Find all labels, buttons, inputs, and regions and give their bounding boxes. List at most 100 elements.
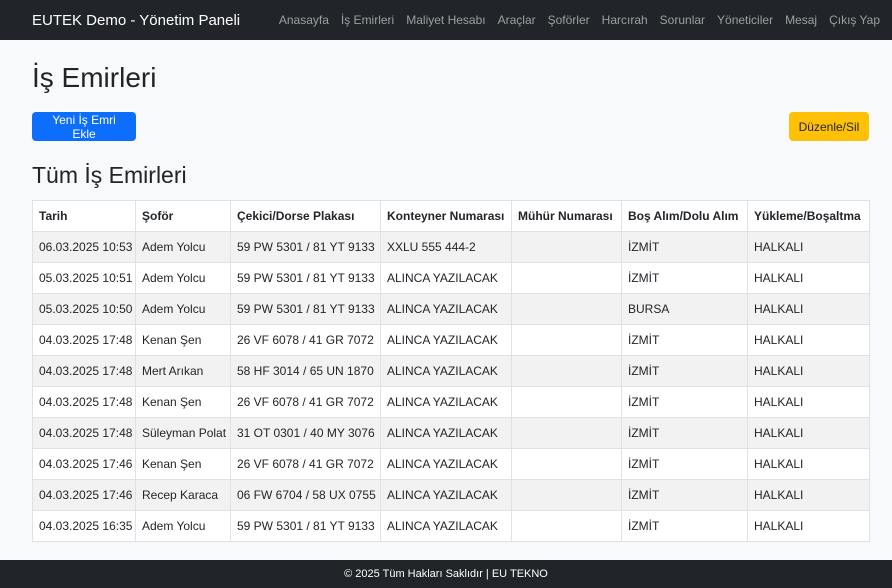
nav-link-harcirah[interactable]: Harcırah <box>602 13 648 27</box>
column-header: Boş Alım/Dolu Alım <box>621 200 748 232</box>
table-cell <box>511 324 622 356</box>
table-cell: Kenan Şen <box>135 324 231 356</box>
table-cell: İZMİT <box>621 231 748 263</box>
column-header: Mühür Numarası <box>511 200 622 232</box>
table-cell: Adem Yolcu <box>135 293 231 325</box>
column-header: Çekici/Dorse Plakası <box>230 200 381 232</box>
table-row[interactable]: 05.03.2025 10:51 Adem Yolcu 59 PW 5301 / 8… <box>32 262 870 294</box>
nav-link-mesaj[interactable]: Mesaj <box>785 13 817 27</box>
table-cell: HALKALI <box>747 479 870 511</box>
table-cell <box>511 417 622 449</box>
nav-link-cikis-yap[interactable]: Çıkış Yap <box>829 13 880 27</box>
nav-link-soforler[interactable]: Şoförler <box>548 13 590 27</box>
table-row[interactable]: 04.03.2025 16:35 Adem Yolcu 59 PW 5301 / 8… <box>32 510 870 542</box>
table-row[interactable]: 04.03.2025 17:48 Süleyman Polat 31 OT 0301… <box>32 417 870 449</box>
section-title: Tüm İş Emirleri <box>32 162 187 188</box>
table-row[interactable]: 04.03.2025 17:48 Kenan Şen 26 VF 6078 / 41… <box>32 386 870 418</box>
table-cell: 04.03.2025 17:48 <box>32 417 136 449</box>
table-cell: Kenan Şen <box>135 448 231 480</box>
table-cell: 04.03.2025 17:48 <box>32 324 136 356</box>
table-cell <box>511 386 622 418</box>
table-cell: HALKALI <box>747 417 870 449</box>
nav-links: Anasayfa İş Emirleri Maliyet Hesabı Araç… <box>279 13 880 27</box>
nav-link-yoneticiler[interactable]: Yöneticiler <box>717 13 773 27</box>
footer-text: © 2025 Tüm Hakları Saklıdır | EU TEKNO <box>344 568 548 580</box>
table-header: Tarih Şoför Çekici/Dorse Plakası Konteyner … <box>32 200 870 232</box>
table-cell: 59 PW 5301 / 81 YT 9133 <box>230 510 381 542</box>
table-cell: 26 VF 6078 / 41 GR 7072 <box>230 448 381 480</box>
table-cell: Süleyman Polat <box>135 417 231 449</box>
table-cell: ALINCA YAZILACAK <box>380 293 512 325</box>
table-row[interactable]: 04.03.2025 17:46 Kenan Şen 26 VF 6078 / 41… <box>32 448 870 480</box>
column-header: Konteyner Numarası <box>380 200 512 232</box>
table-cell: HALKALI <box>747 293 870 325</box>
work-orders-table-container: Tarih Şoför Çekici/Dorse Plakası Konteyner … <box>32 200 870 542</box>
table-cell: ALINCA YAZILACAK <box>380 510 512 542</box>
table-cell: HALKALI <box>747 510 870 542</box>
top-navbar: EUTEK Demo - Yönetim Paneli Anasayfa İş … <box>0 0 892 40</box>
table-cell: HALKALI <box>747 448 870 480</box>
table-cell: 05.03.2025 10:50 <box>32 293 136 325</box>
table-row[interactable]: 04.03.2025 17:48 Mert Arıkan 58 HF 3014 / … <box>32 355 870 387</box>
table-cell: İZMİT <box>621 479 748 511</box>
table-cell: İZMİT <box>621 262 748 294</box>
nav-link-sorunlar[interactable]: Sorunlar <box>660 13 705 27</box>
column-header: Yükleme/Boşaltma <box>747 200 870 232</box>
nav-link-anasayfa[interactable]: Anasayfa <box>279 13 329 27</box>
table-cell: Kenan Şen <box>135 386 231 418</box>
table-cell: 59 PW 5301 / 81 YT 9133 <box>230 262 381 294</box>
table-cell: İZMİT <box>621 417 748 449</box>
table-cell: ALINCA YAZILACAK <box>380 262 512 294</box>
table-cell: 59 PW 5301 / 81 YT 9133 <box>230 231 381 263</box>
column-header: Şoför <box>135 200 231 232</box>
table-cell: ALINCA YAZILACAK <box>380 355 512 387</box>
table-cell: ALINCA YAZILACAK <box>380 479 512 511</box>
table-cell: 04.03.2025 16:35 <box>32 510 136 542</box>
table-cell: XXLU 555 444-2 <box>380 231 512 263</box>
table-cell: Mert Arıkan <box>135 355 231 387</box>
table-cell: 06.03.2025 10:53 <box>32 231 136 263</box>
nav-link-araclar[interactable]: Araçlar <box>498 13 536 27</box>
nav-link-maliyet-hesabi[interactable]: Maliyet Hesabı <box>406 13 485 27</box>
table-cell: 26 VF 6078 / 41 GR 7072 <box>230 324 381 356</box>
table-cell: Recep Karaca <box>135 479 231 511</box>
table-cell <box>511 448 622 480</box>
footer: © 2025 Tüm Hakları Saklıdır | EU TEKNO <box>0 560 892 588</box>
edit-delete-button[interactable]: Düzenle/Sil <box>789 112 869 141</box>
table-cell <box>511 479 622 511</box>
table-cell: 05.03.2025 10:51 <box>32 262 136 294</box>
table-cell: Adem Yolcu <box>135 262 231 294</box>
table-cell: ALINCA YAZILACAK <box>380 417 512 449</box>
table-row[interactable]: 06.03.2025 10:53 Adem Yolcu 59 PW 5301 / 8… <box>32 231 870 263</box>
table-cell: HALKALI <box>747 324 870 356</box>
nav-link-is-emirleri[interactable]: İş Emirleri <box>341 13 394 27</box>
table-cell: İZMİT <box>621 355 748 387</box>
table-cell: 26 VF 6078 / 41 GR 7072 <box>230 386 381 418</box>
column-header: Tarih <box>32 200 136 232</box>
table-row[interactable]: 04.03.2025 17:46 Recep Karaca 06 FW 6704 /… <box>32 479 870 511</box>
table-row[interactable]: 04.03.2025 17:48 Kenan Şen 26 VF 6078 / 41… <box>32 324 870 356</box>
table-cell: Adem Yolcu <box>135 231 231 263</box>
table-cell: İZMİT <box>621 448 748 480</box>
table-cell: 31 OT 0301 / 40 MY 3076 <box>230 417 381 449</box>
table-cell: 04.03.2025 17:48 <box>32 386 136 418</box>
page-title: İş Emirleri <box>32 62 157 93</box>
table-cell: ALINCA YAZILACAK <box>380 324 512 356</box>
table-cell: ALINCA YAZILACAK <box>380 386 512 418</box>
table-cell: HALKALI <box>747 262 870 294</box>
table-cell: HALKALI <box>747 231 870 263</box>
table-cell: 04.03.2025 17:46 <box>32 479 136 511</box>
table-cell: İZMİT <box>621 510 748 542</box>
table-header-row: Tarih Şoför Çekici/Dorse Plakası Konteyner … <box>32 200 870 232</box>
table-cell: ALINCA YAZILACAK <box>380 448 512 480</box>
table-cell: 06 FW 6704 / 58 UX 0755 <box>230 479 381 511</box>
table-cell: 04.03.2025 17:48 <box>32 355 136 387</box>
table-cell: 58 HF 3014 / 65 UN 1870 <box>230 355 381 387</box>
navbar-brand[interactable]: EUTEK Demo - Yönetim Paneli <box>32 12 240 29</box>
add-work-order-button[interactable]: Yeni İş Emri Ekle <box>32 112 136 141</box>
table-cell: İZMİT <box>621 324 748 356</box>
table-cell: 04.03.2025 17:46 <box>32 448 136 480</box>
table-row[interactable]: 05.03.2025 10:50 Adem Yolcu 59 PW 5301 / 8… <box>32 293 870 325</box>
table-cell <box>511 355 622 387</box>
table-cell: İZMİT <box>621 386 748 418</box>
